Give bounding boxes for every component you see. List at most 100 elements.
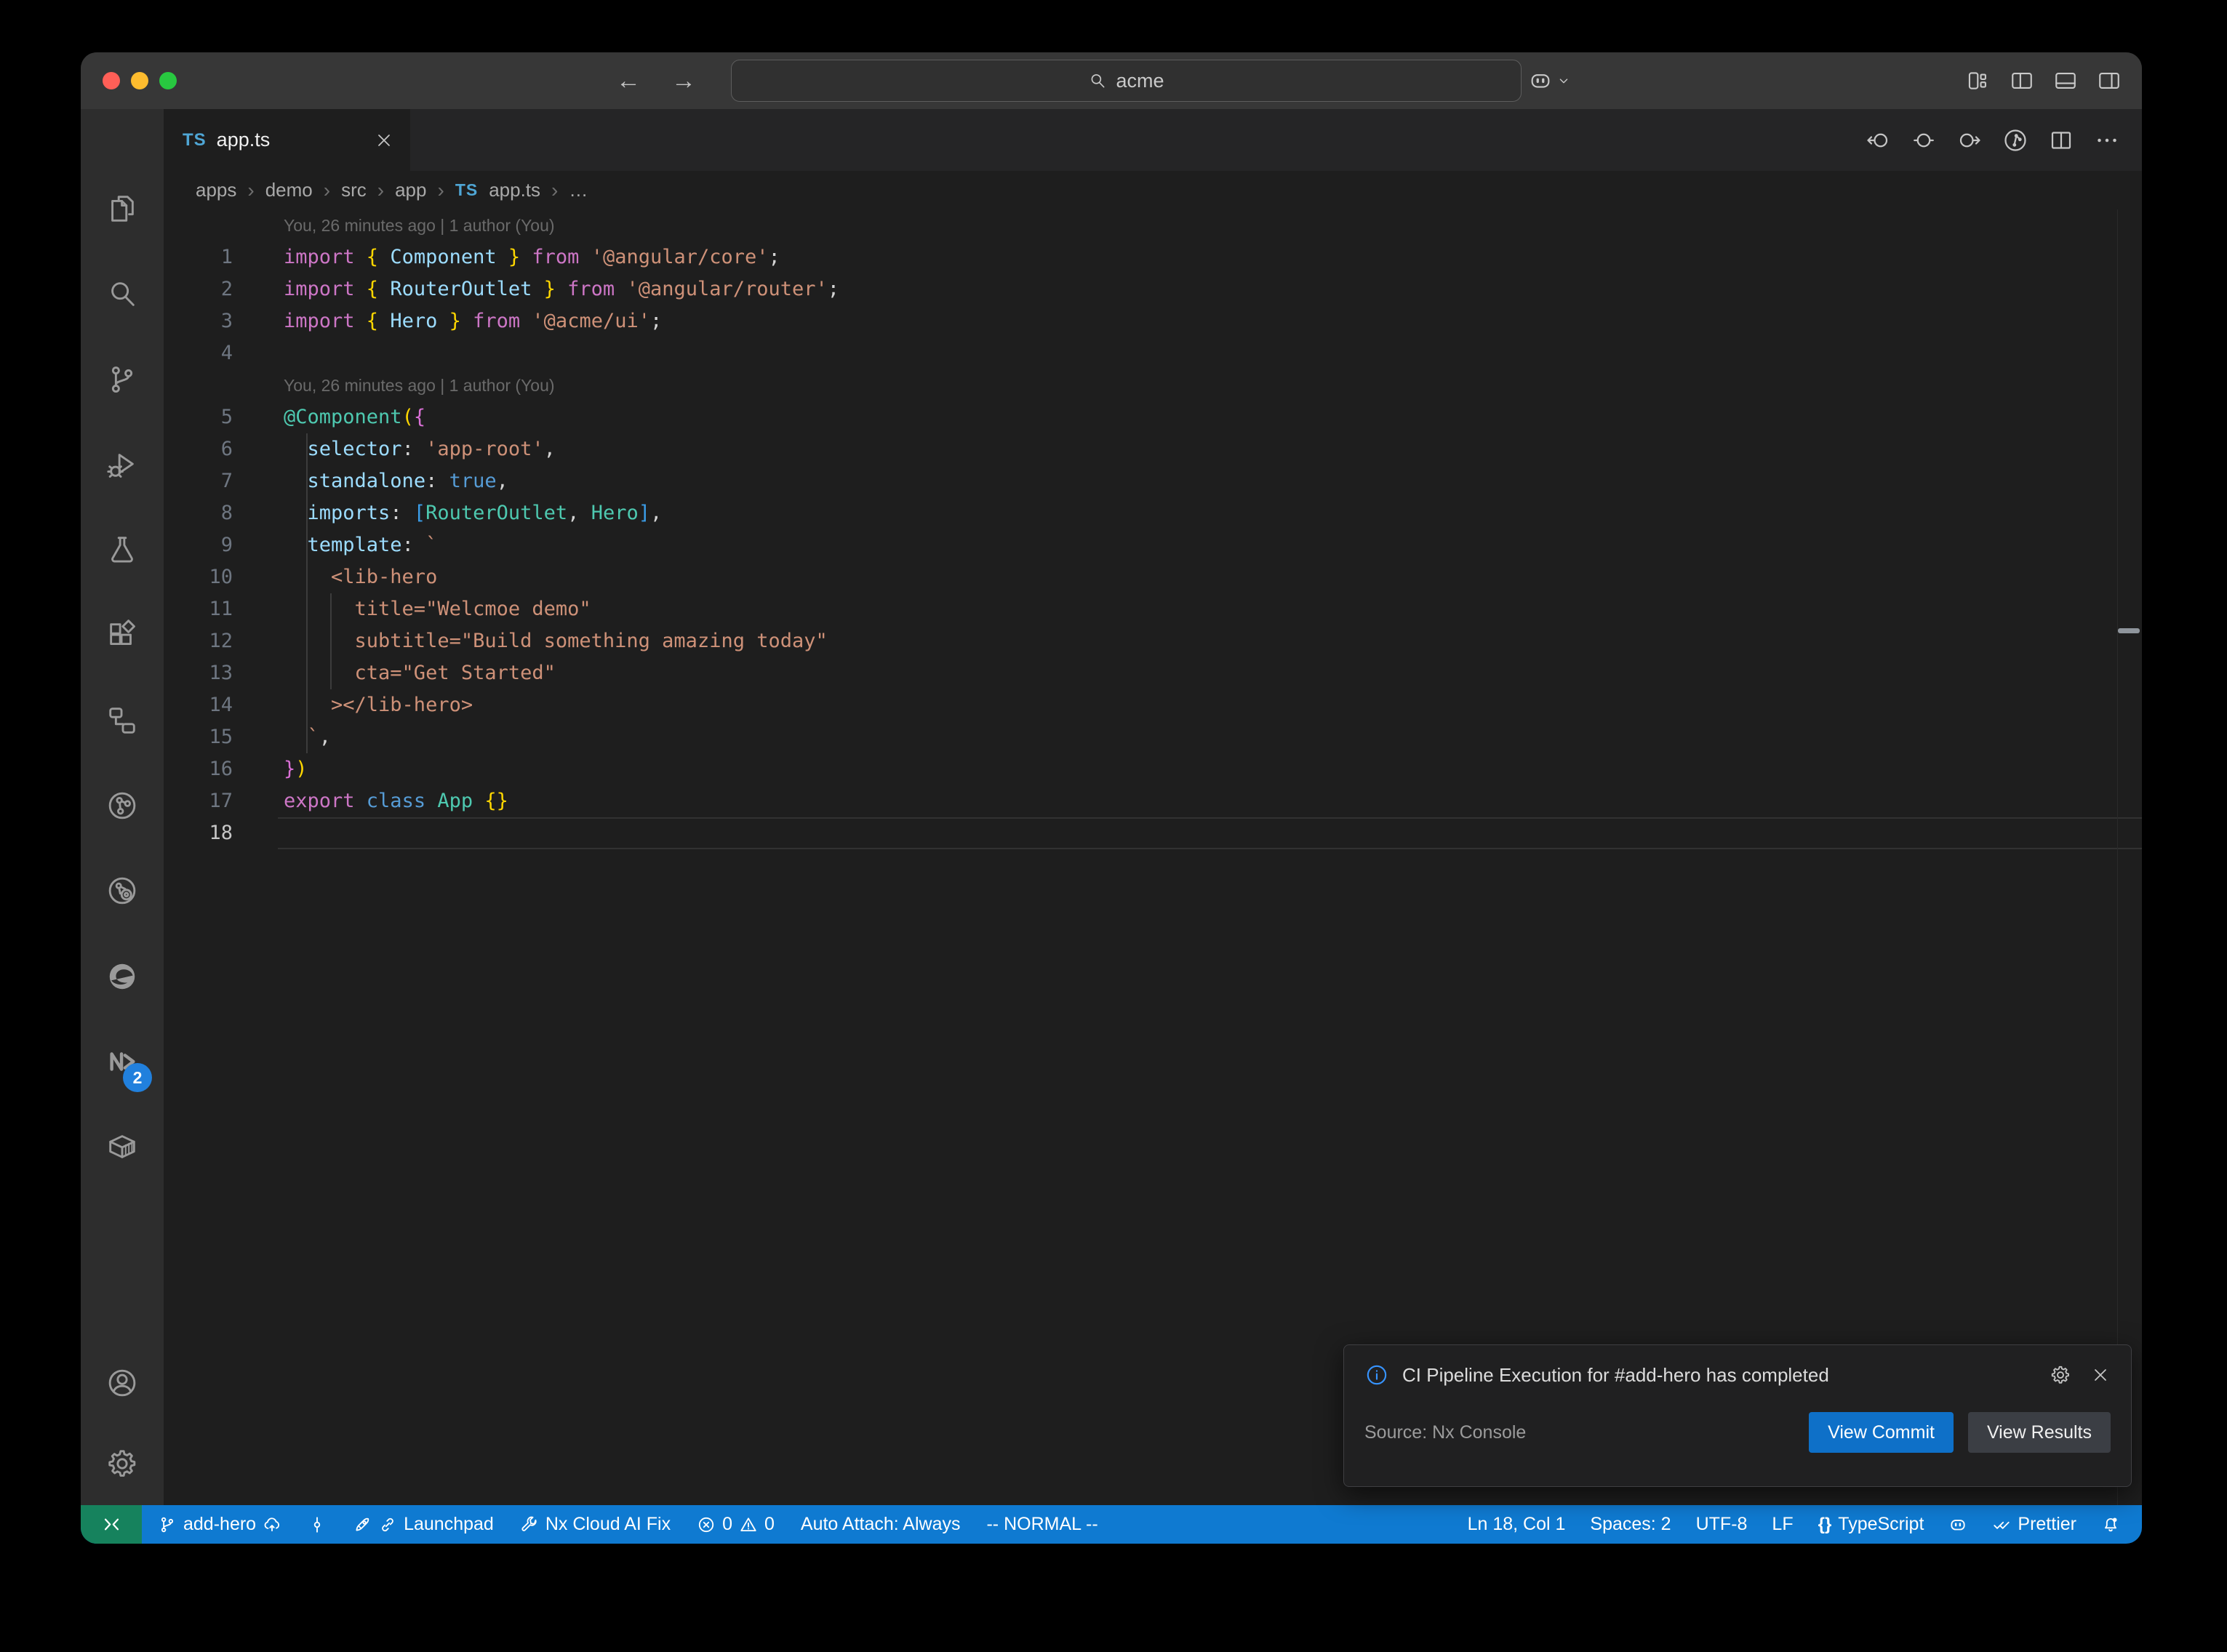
copilot-menu[interactable]	[1528, 52, 1572, 109]
history-forward-icon[interactable]: →	[671, 67, 696, 95]
layout-customize-icon[interactable]	[1966, 68, 1991, 93]
activity-item-containers[interactable]	[81, 1113, 164, 1180]
notification-close-icon[interactable]	[2090, 1365, 2111, 1385]
code-line[interactable]: 4	[164, 337, 2142, 369]
code-line[interactable]: 2import { RouterOutlet } from '@angular/…	[164, 273, 2142, 305]
code-line[interactable]: 1import { Component } from '@angular/cor…	[164, 241, 2142, 273]
code-line[interactable]: 5@Component({	[164, 401, 2142, 433]
activity-item-run-debug[interactable]	[81, 431, 164, 498]
breadcrumb-item-[interactable]: …	[569, 179, 588, 201]
activity-item-edge-browser[interactable]	[81, 943, 164, 1010]
minimize-window-button[interactable]	[131, 72, 148, 89]
code-line[interactable]: 10 <lib-hero	[164, 561, 2142, 593]
code-line[interactable]: 6 selector: 'app-root',	[164, 433, 2142, 465]
code-line[interactable]: 12 subtitle="Build something amazing tod…	[164, 625, 2142, 657]
window-controls	[103, 52, 177, 109]
code-line[interactable]: 8 imports: [RouterOutlet, Hero],	[164, 497, 2142, 529]
search-value: acme	[1116, 70, 1164, 92]
layout-panel-icon[interactable]	[2053, 68, 2078, 93]
layout-sidebar-right-icon[interactable]	[2097, 68, 2122, 93]
activity-item-nx-console[interactable]: 2	[81, 1028, 164, 1095]
code-line[interactable]: 11 title="Welcmoe demo"	[164, 593, 2142, 625]
nav-back-icon[interactable]	[1865, 127, 1891, 153]
code-line[interactable]: 13 cta="Get Started"	[164, 657, 2142, 689]
code-line[interactable]: 17export class App {}	[164, 785, 2142, 817]
code-text: import { Component } from '@angular/core…	[233, 241, 780, 273]
status-eol[interactable]: LF	[1772, 1514, 1793, 1535]
activity-item-accounts[interactable]	[81, 1350, 164, 1416]
dblcheck-icon	[1992, 1515, 2011, 1534]
activity-item-source-control[interactable]	[81, 346, 164, 413]
code-text: title="Welcmoe demo"	[233, 593, 591, 625]
graph-circle-icon[interactable]	[2002, 127, 2028, 153]
copilot-icon	[1948, 1515, 1967, 1534]
status-label: Ln 18, Col 1	[1468, 1514, 1566, 1535]
activity-item-testing[interactable]	[81, 516, 164, 583]
code-line[interactable]: 18	[164, 817, 2142, 849]
status-language-mode[interactable]: {}TypeScript	[1818, 1514, 1924, 1535]
command-center-search[interactable]: acme	[731, 60, 1522, 102]
activity-item-gitlens-inspect[interactable]	[81, 857, 164, 924]
line-number: 18	[164, 817, 233, 849]
line-number: 11	[164, 593, 233, 625]
tab-app-ts[interactable]: TS app.ts	[164, 109, 410, 171]
status-git-commit[interactable]	[308, 1515, 327, 1534]
status-bar: add-hero Launchpad Nx Cloud AI Fix 00 Auto A…	[81, 1505, 2142, 1544]
status-indentation[interactable]: Spaces: 2	[1590, 1514, 1671, 1535]
activity-item-gitlens[interactable]	[81, 772, 164, 839]
activity-item-search[interactable]	[81, 260, 164, 327]
wrench-icon	[520, 1515, 539, 1534]
split-icon[interactable]	[2048, 127, 2074, 153]
status-notifications-bell[interactable]	[2101, 1515, 2120, 1534]
breadcrumb-item-appts[interactable]: app.ts	[489, 179, 540, 201]
nav-fwd-icon[interactable]	[1956, 127, 1983, 153]
breadcrumb-item-demo[interactable]: demo	[265, 179, 313, 201]
view-commit-button[interactable]: View Commit	[1809, 1412, 1954, 1453]
code-line[interactable]: 14 ></lib-hero>	[164, 689, 2142, 721]
activity-item-explorer[interactable]	[81, 175, 164, 242]
status-git-branch[interactable]: add-hero	[158, 1514, 281, 1535]
close-window-button[interactable]	[103, 72, 120, 89]
layout-controls	[1966, 52, 2122, 109]
code-line[interactable]: 9 template: `	[164, 529, 2142, 561]
more-icon[interactable]	[2094, 127, 2120, 153]
code-line[interactable]: 16})	[164, 753, 2142, 785]
status-vim-mode[interactable]: -- NORMAL --	[986, 1514, 1097, 1535]
close-tab-icon[interactable]	[374, 130, 394, 151]
code-line[interactable]: 7 standalone: true,	[164, 465, 2142, 497]
status-encoding[interactable]: UTF-8	[1696, 1514, 1748, 1535]
status-label: LF	[1772, 1514, 1793, 1535]
status-label: Prettier	[2018, 1514, 2076, 1535]
notification-settings-gear-icon[interactable]	[2050, 1364, 2071, 1386]
status-problems[interactable]: 00	[697, 1514, 775, 1535]
status-copilot-status[interactable]	[1948, 1515, 1967, 1534]
activity-item-settings[interactable]	[81, 1430, 164, 1497]
code-line[interactable]: 15 `,	[164, 721, 2142, 753]
line-number: 5	[164, 401, 233, 433]
code-text: imports: [RouterOutlet, Hero],	[233, 497, 662, 529]
status-auto-attach[interactable]: Auto Attach: Always	[801, 1514, 961, 1535]
nav-dot-icon[interactable]	[1911, 127, 1937, 153]
breadcrumb-item-app[interactable]: app	[395, 179, 426, 201]
breadcrumb-item-src[interactable]: src	[341, 179, 367, 201]
link-icon	[378, 1515, 397, 1534]
error-icon	[697, 1515, 716, 1534]
view-results-button[interactable]: View Results	[1968, 1412, 2111, 1453]
layout-sidebar-icon[interactable]	[2010, 68, 2034, 93]
code-line[interactable]: 3import { Hero } from '@acme/ui';	[164, 305, 2142, 337]
remote-indicator[interactable]	[81, 1505, 142, 1544]
code-editor[interactable]: You, 26 minutes ago | 1 author (You)1imp…	[164, 209, 2142, 1505]
code-text	[233, 337, 284, 369]
status-launchpad[interactable]: Launchpad	[353, 1514, 494, 1535]
breadcrumb-item-apps[interactable]: apps	[196, 179, 236, 201]
status-label: TypeScript	[1838, 1514, 1924, 1535]
activity-item-project-structure[interactable]	[81, 687, 164, 754]
history-back-icon[interactable]: ←	[616, 67, 641, 95]
status-nx-cloud-ai-fix[interactable]: Nx Cloud AI Fix	[520, 1514, 671, 1535]
zoom-window-button[interactable]	[159, 72, 177, 89]
status-cursor-position[interactable]: Ln 18, Col 1	[1468, 1514, 1566, 1535]
code-text: selector: 'app-root',	[233, 433, 556, 465]
activity-item-extensions[interactable]	[81, 602, 164, 669]
tab-label: app.ts	[217, 129, 271, 151]
status-prettier[interactable]: Prettier	[1992, 1514, 2076, 1535]
